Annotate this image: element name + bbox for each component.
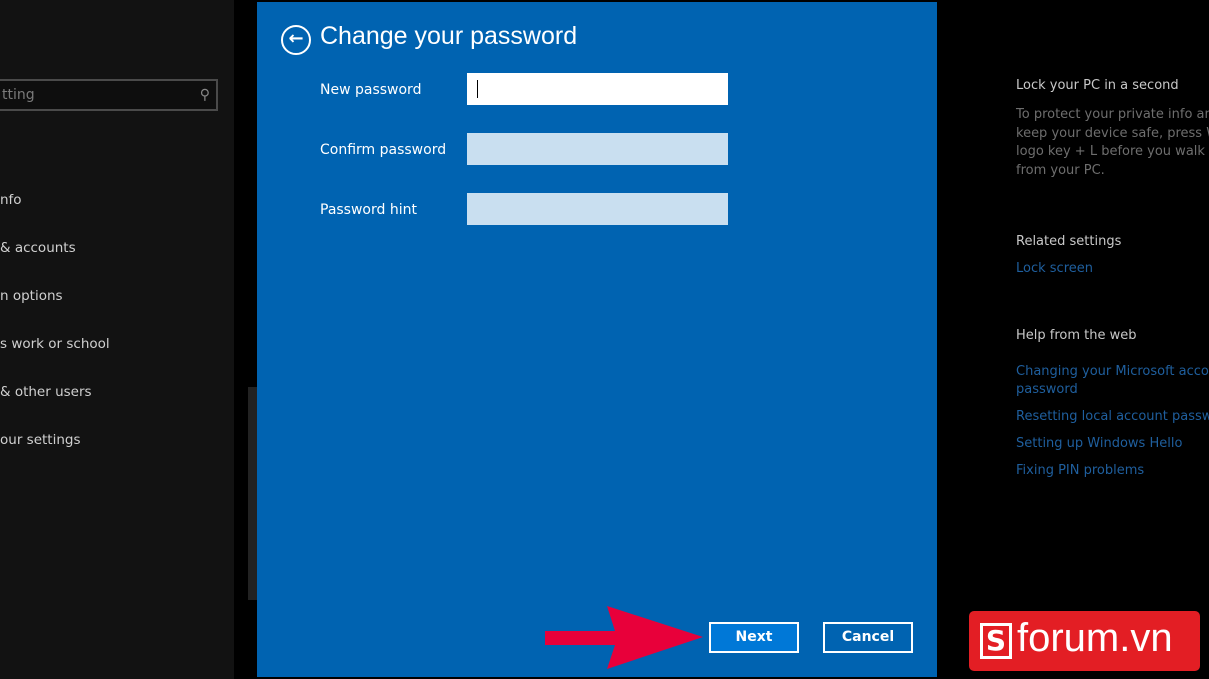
change-password-dialog: ← Change your password New password Conf… (257, 2, 937, 677)
password-hint-label: Password hint (320, 202, 417, 218)
lock-text-line: To protect your private info and (1016, 107, 1209, 122)
lock-text-line: keep your device safe, press Wi (1016, 125, 1209, 141)
help-link[interactable]: Fixing PIN problems (1016, 463, 1144, 478)
search-icon: ⚲ (199, 87, 210, 103)
settings-sidebar: tting ⚲ nfo & accounts n options s work o… (0, 0, 234, 679)
new-password-input[interactable] (467, 73, 728, 105)
lock-text-line: from your PC. (1016, 162, 1105, 178)
help-link[interactable]: Resetting local account passwo (1016, 409, 1209, 424)
help-link[interactable]: Setting up Windows Hello (1016, 436, 1182, 451)
search-placeholder: tting (2, 87, 35, 103)
confirm-password-input[interactable] (467, 133, 728, 165)
password-hint-input[interactable] (467, 193, 728, 225)
sidebar-item-sign-in-options[interactable]: n options (0, 288, 63, 304)
sidebar-item-sync-settings[interactable]: our settings (0, 432, 81, 448)
help-title: Help from the web (1016, 328, 1137, 343)
next-button[interactable]: Next (709, 622, 799, 653)
lock-title: Lock your PC in a second (1016, 78, 1179, 93)
help-link[interactable]: password (1016, 382, 1078, 397)
cancel-button[interactable]: Cancel (823, 622, 913, 653)
new-password-label: New password (320, 82, 422, 98)
lock-screen-link[interactable]: Lock screen (1016, 261, 1093, 276)
red-arrow-annotation (545, 606, 703, 669)
text-caret (477, 80, 478, 98)
dialog-title: Change your password (320, 22, 578, 50)
help-link[interactable]: Changing your Microsoft accou (1016, 364, 1209, 379)
sidebar-item-your-info[interactable]: nfo (0, 192, 22, 208)
search-input[interactable]: tting ⚲ (0, 79, 218, 111)
logo-text: forum.vn (1017, 616, 1173, 660)
lock-text-line: logo key + L before you walk av (1016, 144, 1209, 159)
back-arrow-circle-icon[interactable]: ← (281, 25, 311, 55)
lock-text: To protect your private info and keep yo… (1016, 106, 1209, 180)
sforum-watermark-logo: S forum.vn (969, 611, 1200, 671)
sidebar-item-access-work-school[interactable]: s work or school (0, 336, 110, 352)
sidebar-item-family-other-users[interactable]: & other users (0, 384, 92, 400)
logo-letter: S (980, 623, 1012, 659)
related-settings-title: Related settings (1016, 234, 1122, 249)
confirm-password-label: Confirm password (320, 142, 447, 158)
sidebar-item-email-accounts[interactable]: & accounts (0, 240, 76, 256)
scrollbar[interactable] (248, 387, 257, 600)
